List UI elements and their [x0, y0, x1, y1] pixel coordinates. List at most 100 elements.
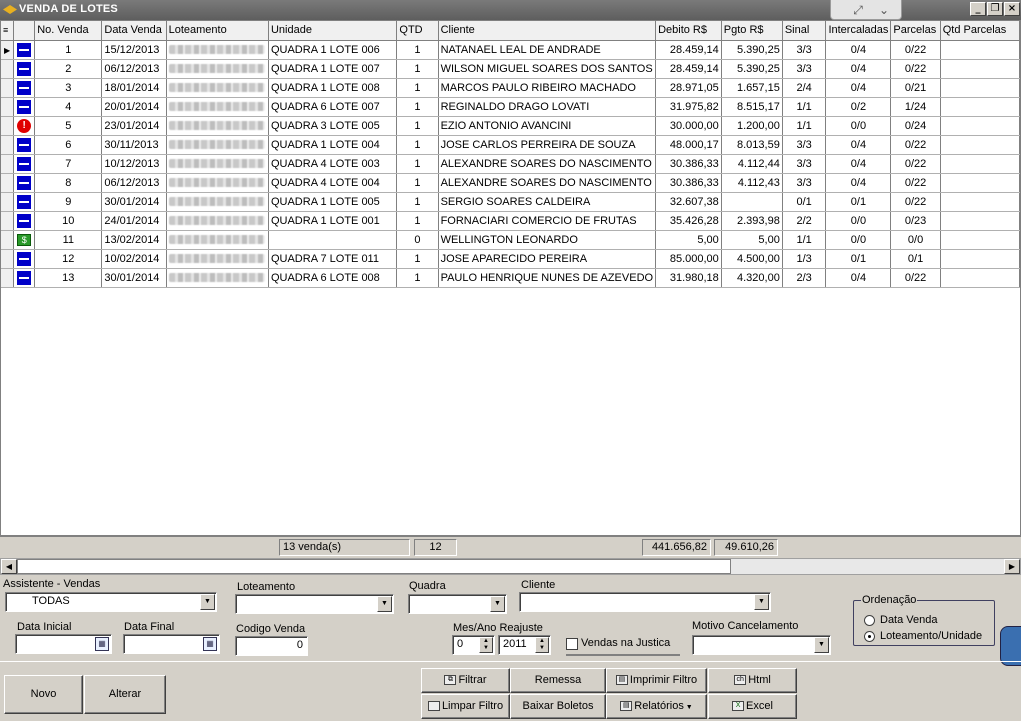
radio-loteamento-unidade[interactable] [864, 631, 875, 642]
cell-data-venda: 30/01/2014 [101, 268, 167, 288]
column-header[interactable]: Parcelas [890, 21, 941, 41]
remessa-button[interactable]: Remessa [510, 668, 606, 693]
filtrar-button[interactable]: ⧉ Filtrar [421, 668, 510, 693]
horizontal-scrollbar[interactable]: ◀ ▶ [0, 558, 1021, 575]
cliente-select[interactable]: ▼ [519, 592, 771, 612]
column-header[interactable]: Unidade [268, 21, 398, 41]
status-cell [13, 78, 36, 98]
chevron-down-icon[interactable]: ▼ [490, 596, 505, 612]
cell-sinal: 3/3 [782, 40, 827, 60]
expand-icon[interactable]: ⤢ [851, 3, 865, 17]
row-indicator[interactable] [1, 230, 15, 250]
column-header[interactable]: Intercaladas [825, 21, 892, 41]
scroll-left-icon[interactable]: ◀ [1, 559, 17, 574]
codigo-venda-field[interactable]: 0 [235, 636, 308, 656]
motivo-cancelamento-select[interactable]: ▼ [692, 635, 831, 655]
row-indicator[interactable]: ▶ [1, 40, 15, 60]
chevron-down-icon[interactable]: ▼ [814, 637, 829, 653]
vendas-justica-checkbox[interactable] [566, 638, 578, 650]
row-indicator[interactable] [1, 268, 15, 288]
venda-de-lotes-window: VENDA DE LOTES ⤢ ⌄ _ ❐ × ≡ No. Venda Dat… [0, 0, 1021, 721]
column-header[interactable]: Cliente [438, 21, 657, 41]
row-indicator[interactable] [1, 97, 15, 117]
data-final-field[interactable]: ▦ [123, 634, 220, 654]
app-icon [3, 5, 17, 14]
row-indicator[interactable] [1, 116, 15, 136]
cell-debito: 48.000,17 [655, 135, 722, 155]
table-row[interactable]: 3 18/01/2014 QUADRA 1 LOTE 008 1 MARCOS PAUL… [1, 78, 1020, 98]
quadra-label: Quadra [409, 580, 446, 592]
cell-qtd-parcelas [940, 211, 1020, 231]
table-row[interactable]: 10 24/01/2014 QUADRA 1 LOTE 001 1 FORNACIARI… [1, 211, 1020, 231]
table-row[interactable]: 7 10/12/2013 QUADRA 4 LOTE 003 1 ALEXANDRE S… [1, 154, 1020, 174]
table-row[interactable]: 9 30/01/2014 QUADRA 1 LOTE 005 1 SERGIO SOAR… [1, 192, 1020, 212]
chevron-down-icon[interactable]: ▼ [377, 596, 392, 612]
table-row[interactable]: ▶ 1 15/12/2013 QUADRA 1 LOTE 006 1 NATANAEL L… [1, 40, 1020, 60]
column-header[interactable]: Data Venda [101, 21, 167, 41]
minimize-button[interactable]: _ [970, 2, 986, 16]
table-row[interactable]: 2 06/12/2013 QUADRA 1 LOTE 007 1 WILSON MIGU… [1, 59, 1020, 79]
limpar-filtro-button[interactable]: Limpar Filtro [421, 694, 510, 719]
alterar-button[interactable]: Alterar [84, 675, 166, 714]
blurred-loteamento [168, 254, 265, 264]
cell-intercaladas: 0/1 [825, 192, 892, 212]
codigo-venda-value: 0 [296, 639, 303, 651]
ano-stepper[interactable]: 2011 ▲ ▼ [498, 635, 551, 655]
ord-option-data-venda[interactable]: Data Venda [880, 614, 938, 626]
status-cell [13, 59, 36, 79]
radio-data-venda[interactable] [864, 615, 875, 626]
column-header[interactable]: No. Venda [34, 21, 103, 41]
remote-support-tab-icon[interactable] [1000, 626, 1021, 666]
calendar-icon[interactable]: ▦ [203, 637, 217, 651]
spin-arrows-icon[interactable]: ▲ ▼ [479, 637, 493, 653]
column-header[interactable]: Loteamento [166, 21, 269, 41]
novo-button[interactable]: Novo [4, 675, 83, 714]
column-header[interactable]: Qtd Parcelas [940, 21, 1020, 41]
relatorios-button[interactable]: ▤ Relatórios ▼ [606, 694, 707, 719]
column-header[interactable]: QTD [396, 21, 439, 41]
ord-option-loteamento-unidade[interactable]: Loteamento/Unidade [880, 630, 982, 642]
excel-button[interactable]: X Excel [708, 694, 797, 719]
table-row[interactable]: 13 30/01/2014 QUADRA 6 LOTE 008 1 PAULO HENR… [1, 268, 1020, 288]
column-header[interactable]: Pgto R$ [721, 21, 783, 41]
table-row[interactable]: 8 06/12/2013 QUADRA 4 LOTE 004 1 ALEXANDRE S… [1, 173, 1020, 193]
baixar-boletos-button[interactable]: Baixar Boletos [510, 694, 606, 719]
row-indicator[interactable] [1, 192, 15, 212]
sales-grid[interactable]: ≡ No. Venda Data Venda Loteamento Unidad… [0, 20, 1021, 536]
table-row[interactable]: 4 20/01/2014 QUADRA 6 LOTE 007 1 REGINALDO D… [1, 97, 1020, 117]
spin-arrows-icon[interactable]: ▲ ▼ [535, 637, 549, 653]
column-header[interactable]: Sinal [782, 21, 827, 41]
cell-loteamento [166, 40, 269, 60]
scroll-right-icon[interactable]: ▶ [1004, 559, 1020, 574]
quadra-select[interactable]: ▼ [408, 594, 507, 614]
row-indicator[interactable] [1, 135, 15, 155]
chevron-down-icon[interactable]: ▼ [200, 594, 215, 610]
row-indicator[interactable] [1, 78, 15, 98]
row-indicator[interactable] [1, 249, 15, 269]
restore-button[interactable]: ❐ [987, 2, 1003, 16]
row-indicator[interactable] [1, 211, 15, 231]
close-button[interactable]: × [1004, 2, 1020, 16]
row-indicator[interactable] [1, 173, 15, 193]
mes-stepper[interactable]: 0 ▲ ▼ [452, 635, 495, 655]
html-button[interactable]: ch Html [708, 668, 797, 693]
scroll-thumb[interactable] [17, 559, 731, 574]
cell-intercaladas: 0/4 [825, 135, 892, 155]
row-indicator[interactable] [1, 154, 15, 174]
data-inicial-field[interactable]: ▦ [15, 634, 112, 654]
table-row[interactable]: 6 30/11/2013 QUADRA 1 LOTE 004 1 JOSE CARLOS… [1, 135, 1020, 155]
table-row[interactable]: 12 10/02/2014 QUADRA 7 LOTE 011 1 JOSE APARE… [1, 249, 1020, 269]
table-row[interactable]: $11 13/02/2014 0 WELLINGTON LEONARDO 5,00 5,0… [1, 230, 1020, 250]
calendar-icon[interactable]: ▦ [95, 637, 109, 651]
column-header[interactable]: Debito R$ [655, 21, 722, 41]
table-row[interactable]: ! 5 23/01/2014 QUADRA 3 LOTE 005 1 EZIO ANTON… [1, 116, 1020, 136]
imprimir-filtro-button[interactable]: ▤ Imprimir Filtro [606, 668, 707, 693]
chevron-down-icon[interactable]: ▼ [754, 594, 769, 610]
assistente-select[interactable]: TODAS ▼ [5, 592, 217, 612]
loteamento-select[interactable]: ▼ [235, 594, 394, 614]
grid-menu-icon[interactable]: ≡ [1, 21, 15, 41]
mes-value: 0 [457, 638, 464, 650]
chevron-down-icon[interactable]: ⌄ [877, 3, 891, 17]
cell-qtd-parcelas [940, 116, 1020, 136]
row-indicator[interactable] [1, 59, 15, 79]
